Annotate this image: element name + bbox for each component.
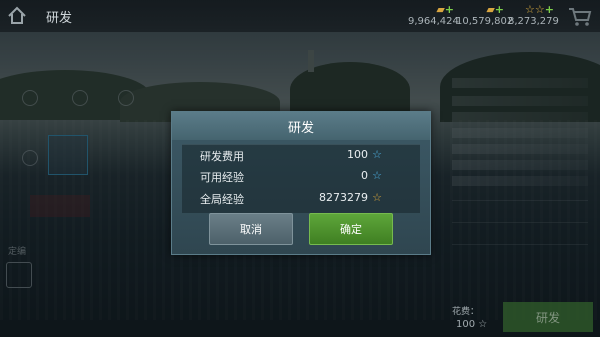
resource-value: 9,964,424	[408, 16, 459, 27]
star-icon: ☆☆+	[525, 3, 554, 16]
cost-value: 100 ☆	[456, 319, 488, 330]
resource-stars: ☆☆+ 8,273,279	[508, 3, 559, 27]
star-icon: ☆	[372, 169, 382, 182]
page-title: 研发	[46, 11, 73, 26]
resource-value: 8,273,279	[508, 16, 559, 27]
research-cost-row: 研发费用 100 ☆	[200, 148, 382, 164]
resource-gold-2: ▰+ 10,579,802	[456, 3, 514, 27]
confirm-button[interactable]: 确定	[309, 213, 393, 245]
row-label: 研发费用	[200, 150, 244, 163]
global-xp-row: 全局经验 8273279 ☆	[200, 191, 382, 207]
available-xp-row: 可用经验 0 ☆	[200, 169, 382, 185]
star-icon: ☆	[372, 191, 382, 204]
row-label: 全局经验	[200, 193, 244, 206]
research-dialog: 研发 研发费用 100 ☆ 可用经验 0 ☆ 全局经验 8273279 ☆ 取消…	[171, 111, 431, 255]
row-value: 100	[347, 148, 368, 161]
row-value: 0	[361, 169, 368, 182]
top-bar: 研发 ▰+ 9,964,424 ▰+ 10,579,802 ☆☆+ 8,273,…	[0, 0, 600, 32]
cost-label: 花费：	[452, 307, 480, 317]
star-icon: ☆	[372, 148, 382, 161]
row-value: 8273279	[319, 191, 368, 204]
gold-bar-icon: ▰+	[436, 3, 454, 16]
resource-value: 10,579,802	[456, 16, 514, 27]
shop-cart-icon[interactable]	[566, 3, 594, 29]
dialog-title: 研发	[172, 112, 430, 140]
cancel-button[interactable]: 取消	[209, 213, 293, 245]
gold-bar-icon: ▰+	[486, 3, 504, 16]
research-button[interactable]: 研发	[503, 302, 593, 332]
home-icon[interactable]	[4, 3, 30, 29]
row-label: 可用经验	[200, 171, 244, 184]
resource-gold-1: ▰+ 9,964,424	[408, 3, 459, 27]
